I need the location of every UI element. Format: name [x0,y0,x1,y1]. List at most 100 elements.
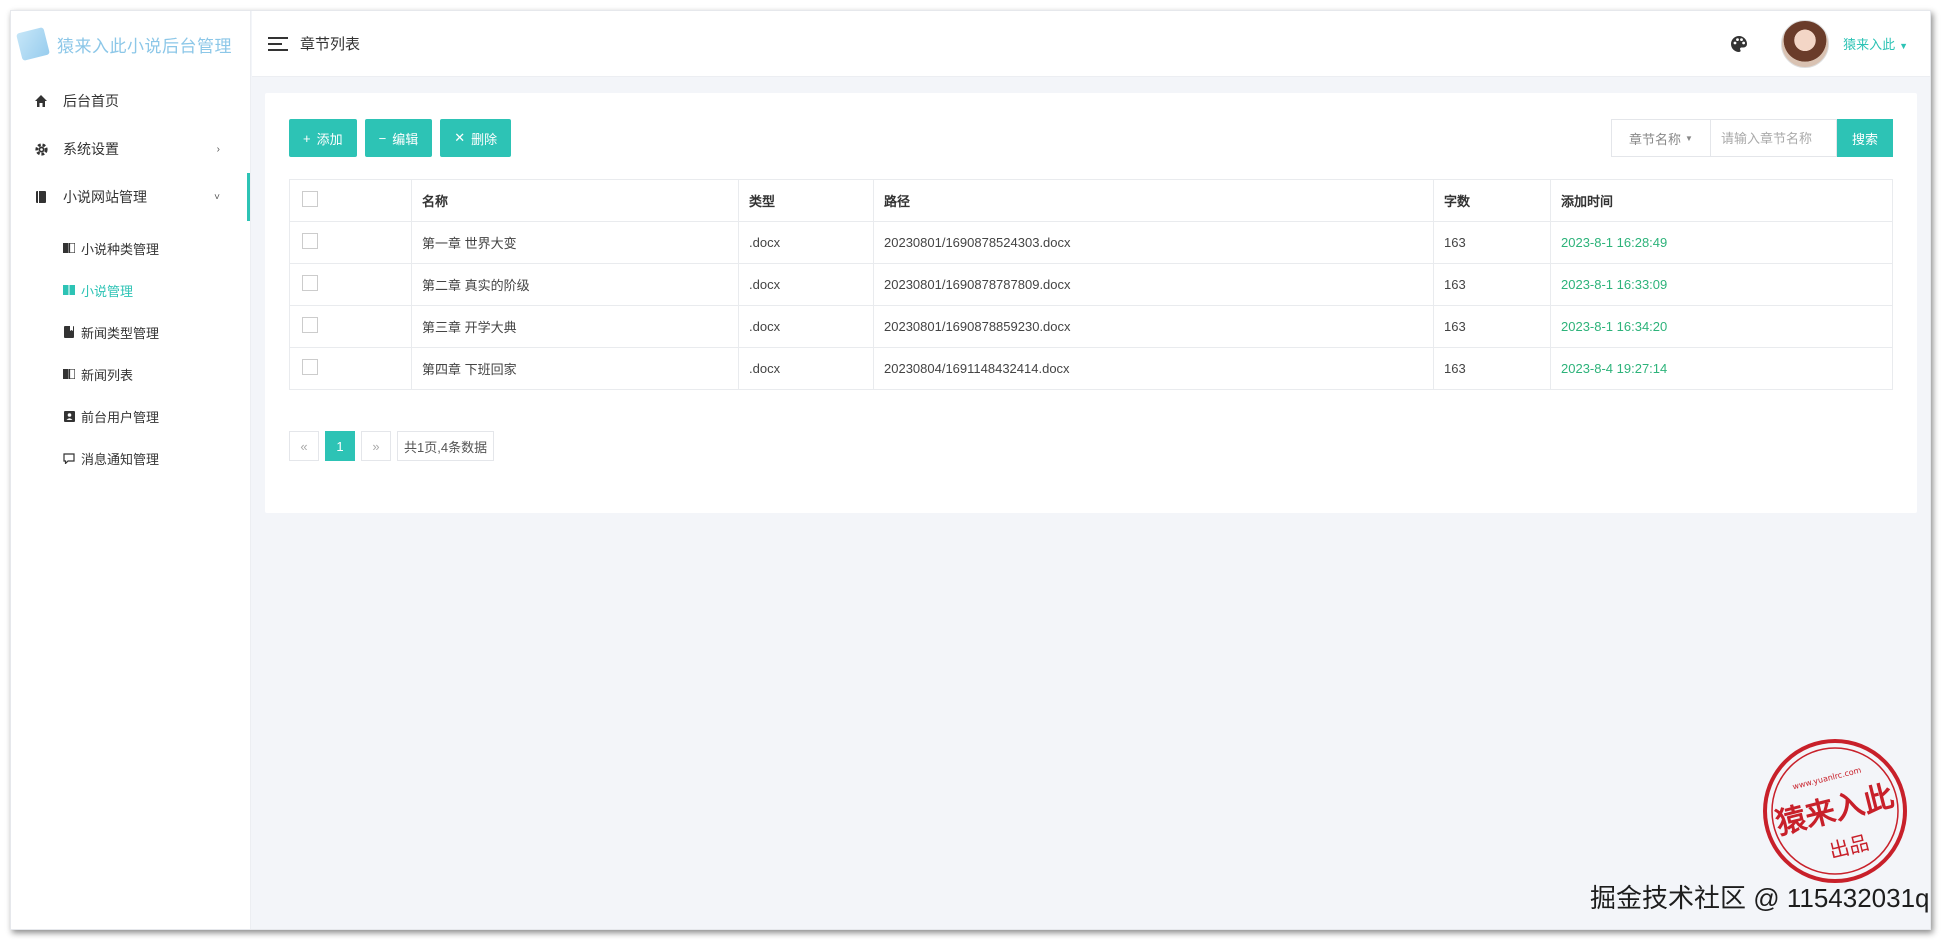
chapter-table: 名称 类型 路径 字数 添加时间 第一章 世界大变 .docx 20230801… [289,179,1893,390]
chapter-time: 2023-8-1 16:33:09 [1550,263,1893,306]
sidebar-subitem-notifications[interactable]: 消息通知管理 [11,437,250,479]
chapter-path: 20230801/1690878859230.docx [873,305,1434,348]
plus-icon: + [303,130,311,146]
palette-icon[interactable] [1729,34,1749,54]
chapter-list-panel: +添加 −编辑 ✕删除 章节名称▼ 搜索 名称 类型 路径 字数 添加时间 [265,93,1917,513]
row-checkbox[interactable] [302,275,318,291]
brand[interactable]: 猿来入此小说后台管理 [11,11,250,77]
table-row[interactable]: 第一章 世界大变 .docx 20230801/1690878524303.do… [289,221,1893,264]
close-icon: ✕ [454,130,466,145]
column-header-path[interactable]: 路径 [873,179,1434,222]
sidebar-subitem-news-type[interactable]: 新闻类型管理 [11,311,250,353]
home-icon [33,93,49,109]
table-header-row: 名称 类型 路径 字数 添加时间 [289,179,1893,222]
sidebar-subitem-novel-category[interactable]: 小说种类管理 [11,227,250,269]
book-open-icon [63,284,75,296]
chapter-name: 第四章 下班回家 [411,347,739,390]
avatar[interactable] [1781,19,1830,68]
chapter-type: .docx [738,221,874,264]
sidebar-item-novel-site[interactable]: 小说网站管理 ˅ [11,173,250,221]
header-right: 猿来入此 ▼ [1729,19,1908,68]
chapter-type: .docx [738,347,874,390]
delete-button[interactable]: ✕ 删除 [440,119,512,157]
caret-down-icon: ▼ [1685,133,1693,143]
chapter-time: 2023-8-1 16:34:20 [1550,305,1893,348]
comment-icon [63,452,75,464]
username: 猿来入此 [1843,37,1896,52]
search-bar: 章节名称▼ 搜索 [1611,119,1893,157]
chapter-name: 第二章 真实的阶级 [411,263,739,306]
search-field-select[interactable]: 章节名称 ▼ [1611,119,1711,157]
chevron-right-icon: › [216,143,220,155]
sidebar-subnav: 小说种类管理 小说管理 新闻类型管理 新闻列表 前台用户管理 消息通知管理 [11,221,250,479]
bookmark-icon [63,326,75,338]
chapter-name: 第一章 世界大变 [411,221,739,264]
sidebar-item-home[interactable]: 后台首页 [11,77,250,125]
stamp-text: 猿来入此 [1772,779,1897,842]
app-window: 猿来入此小说后台管理 后台首页 系统设置 › 小说网站管理 ˅ 小说种类管理 小… [10,10,1931,930]
column-header-type[interactable]: 类型 [738,179,874,222]
chapter-words: 163 [1433,347,1551,390]
sidebar-subitem-label: 新闻列表 [81,367,134,383]
sidebar-nav: 后台首页 系统设置 › 小说网站管理 ˅ [11,77,250,221]
chapter-type: .docx [738,305,874,348]
user-menu[interactable]: 猿来入此 ▼ [1843,34,1908,53]
page-title: 章节列表 [300,36,361,53]
chapter-time: 2023-8-1 16:28:49 [1550,221,1893,264]
sidebar-item-settings[interactable]: 系统设置 › [11,125,250,173]
sidebar: 猿来入此小说后台管理 后台首页 系统设置 › 小说网站管理 ˅ 小说种类管理 小… [11,11,251,929]
stamp-sub: 出品 [1827,830,1872,863]
book-icon [33,189,49,205]
select-all-checkbox[interactable] [302,191,318,207]
menu-toggle-icon[interactable] [268,36,288,51]
logo-icon [13,26,53,62]
column-header-time[interactable]: 添加时间 [1550,179,1893,222]
top-header: 章节列表 猿来入此 ▼ [252,11,1930,77]
table-row[interactable]: 第四章 下班回家 .docx 20230804/1691148432414.do… [289,347,1893,390]
chapter-words: 163 [1433,263,1551,306]
chapter-type: .docx [738,263,874,306]
pagination: « 1 » 共1页,4条数据 [289,431,495,461]
row-checkbox[interactable] [302,233,318,249]
watermark: 掘金技术社区 @ 115432031q [1590,883,1930,913]
prev-page-button[interactable]: « [289,431,319,461]
edit-button[interactable]: − 编辑 [364,119,433,157]
row-select-cell [289,263,412,306]
sidebar-subitem-label: 消息通知管理 [81,451,160,467]
sidebar-item-label: 系统设置 [63,141,119,157]
search-input[interactable] [1711,119,1837,157]
gear-icon [33,141,49,157]
sidebar-item-label: 小说网站管理 [63,189,147,205]
minus-icon: − [378,130,387,146]
sidebar-subitem-label: 前台用户管理 [81,409,160,425]
chapter-words: 163 [1433,305,1551,348]
user-card-icon [63,410,75,422]
add-button[interactable]: + 添加 [289,119,357,157]
book-open-icon [63,242,75,254]
row-select-cell [289,347,412,390]
chevron-down-icon: ˅ [214,191,220,203]
sidebar-subitem-label: 小说管理 [81,283,134,299]
sidebar-subitem-frontend-users[interactable]: 前台用户管理 [11,395,250,437]
book-open-icon [63,368,75,380]
column-header-words[interactable]: 字数 [1433,179,1551,222]
chapter-time: 2023-8-4 19:27:14 [1550,347,1893,390]
page-button-current[interactable]: 1 [325,431,355,461]
table-row[interactable]: 第三章 开学大典 .docx 20230801/1690878859230.do… [289,305,1893,348]
toolbar: + 添加 − 编辑 ✕ 删除 [289,119,512,157]
row-checkbox[interactable] [302,317,318,333]
caret-down-icon: ▼ [1899,41,1908,51]
chapter-words: 163 [1433,221,1551,264]
search-button[interactable]: 搜索 [1837,119,1893,157]
next-page-button[interactable]: » [361,431,391,461]
sidebar-subitem-news-list[interactable]: 新闻列表 [11,353,250,395]
table-row[interactable]: 第二章 真实的阶级 .docx 20230801/1690878787809.d… [289,263,1893,306]
sidebar-subitem-label: 新闻类型管理 [81,325,160,341]
chapter-path: 20230801/1690878787809.docx [873,263,1434,306]
row-checkbox[interactable] [302,359,318,375]
row-select-cell [289,221,412,264]
chapter-path: 20230801/1690878524303.docx [873,221,1434,264]
column-header-name[interactable]: 名称 [411,179,739,222]
select-all-cell [289,179,412,222]
sidebar-subitem-novel[interactable]: 小说管理 [11,269,250,311]
